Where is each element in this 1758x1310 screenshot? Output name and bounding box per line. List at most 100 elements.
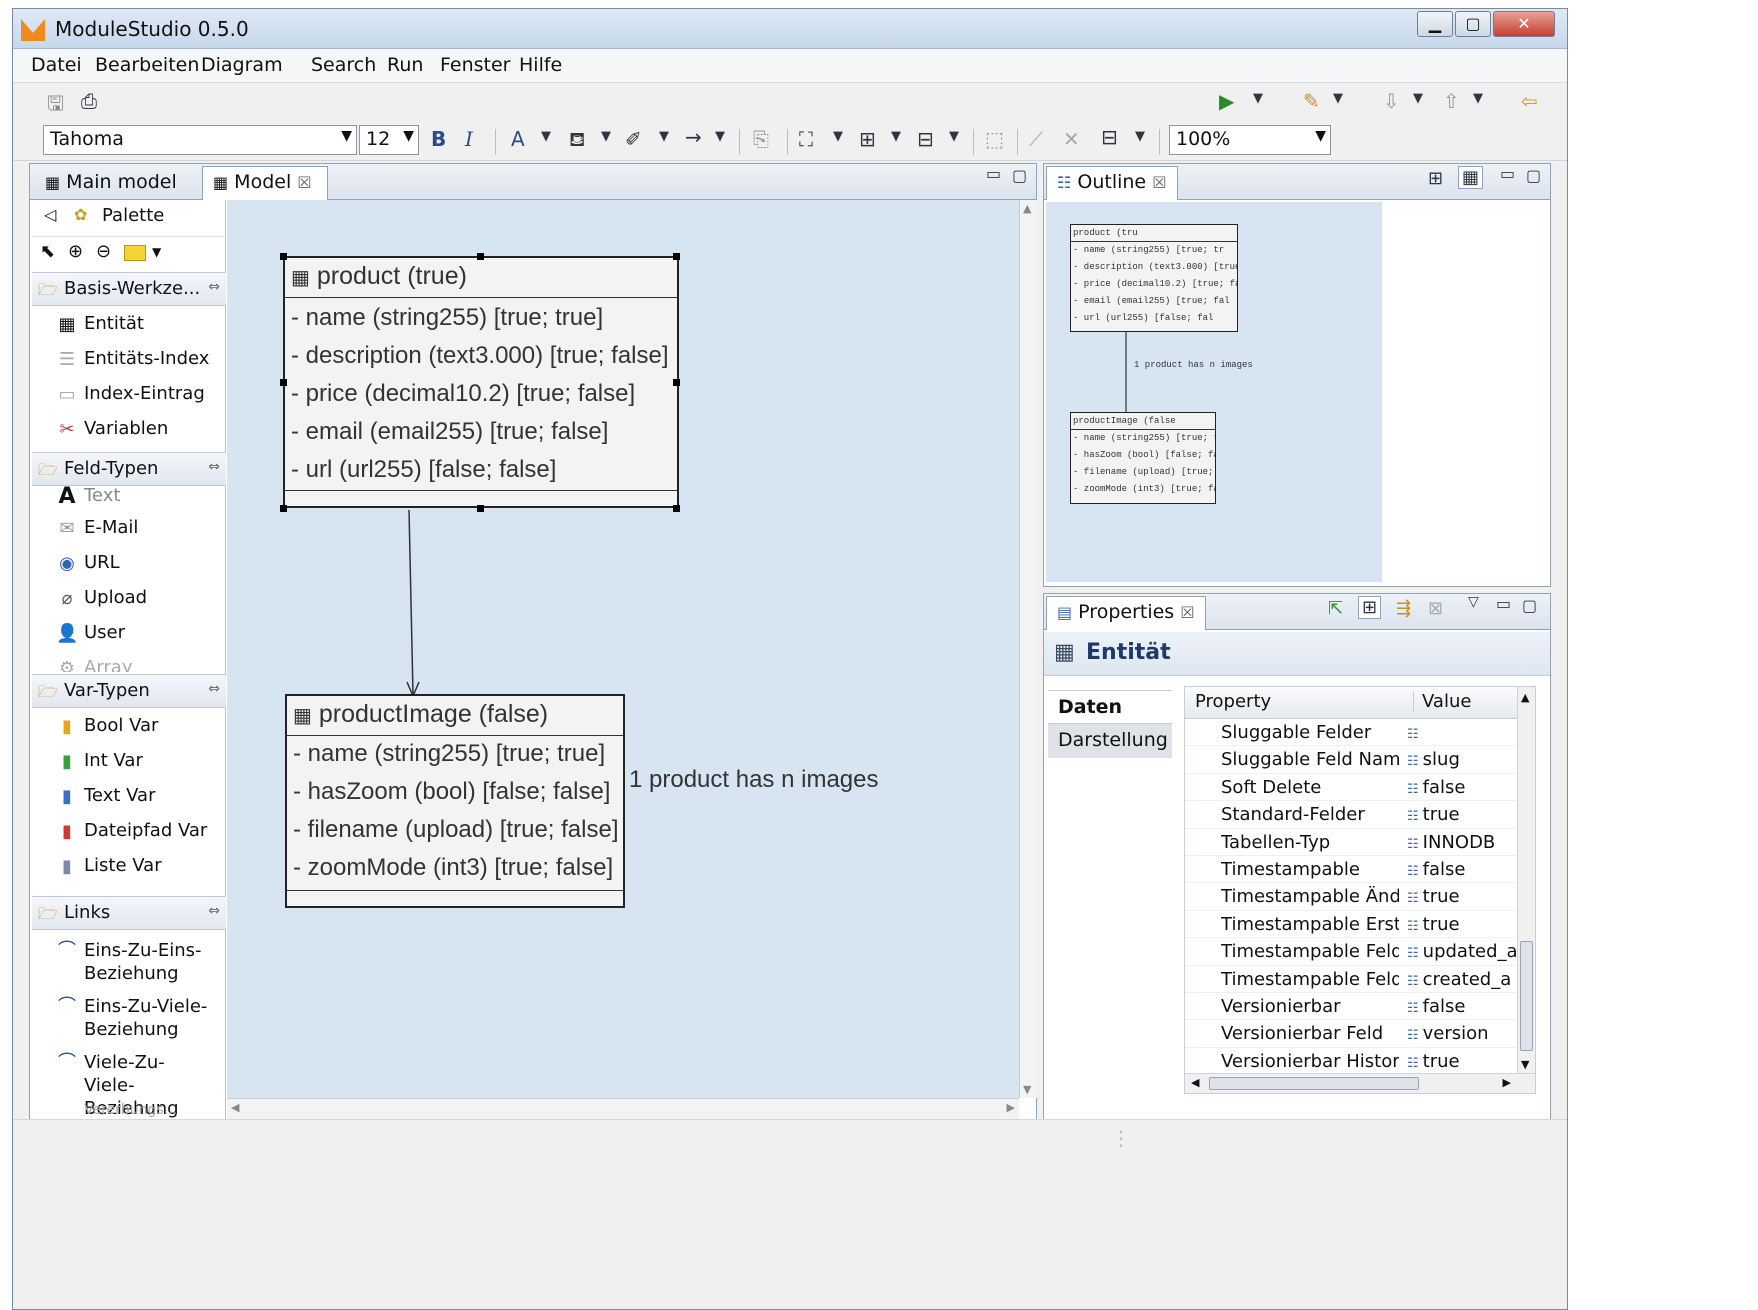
property-value-cell[interactable]: ☷ true <box>1407 804 1527 825</box>
selection-handle[interactable] <box>477 253 484 260</box>
selection-handle[interactable] <box>673 253 680 260</box>
palette-item-int-var[interactable]: ▮ Int Var <box>32 745 226 779</box>
selection-handle[interactable] <box>673 379 680 386</box>
run-icon[interactable]: ▶ <box>1219 89 1234 113</box>
property-row[interactable]: Timestampable Änder ☷true <box>1185 883 1535 911</box>
entity-field[interactable]: - name (string255) [true; true] <box>293 740 605 768</box>
chevron-down-icon[interactable]: ▼ <box>715 129 725 144</box>
property-value-cell[interactable]: ☷ true <box>1407 886 1527 907</box>
minimize-view-icon[interactable]: ▭ <box>1496 594 1511 613</box>
palette-item-array[interactable]: ⚙ Array <box>32 652 226 672</box>
menu-bearbeiten[interactable]: Bearbeiten <box>95 54 199 76</box>
select-all-icon[interactable]: ⛶ <box>799 127 813 151</box>
scroll-left-icon[interactable]: ◀ <box>1191 1076 1199 1089</box>
diagram-canvas[interactable]: ▦ product (true) - name (string255) [tru… <box>227 200 1019 1098</box>
palette-item-url[interactable]: ◉ URL <box>32 547 226 581</box>
selection-handle[interactable] <box>280 505 287 512</box>
drawer-links[interactable]: 🗁 Links ⇔ <box>32 896 226 930</box>
delete-route-icon[interactable]: ✕ <box>1063 127 1080 151</box>
chevron-down-icon[interactable]: ▼ <box>949 129 959 144</box>
tab-darstellung[interactable]: Darstellung <box>1048 724 1172 758</box>
entity-field[interactable]: - name (string255) [true; true] <box>291 304 603 332</box>
prev-dropdown-icon[interactable]: ▼ <box>1473 91 1483 106</box>
property-row[interactable]: Standard-Felder ☷ true <box>1185 801 1535 829</box>
close-button[interactable]: ✕ <box>1493 11 1555 37</box>
menu-run[interactable]: Run <box>387 54 423 76</box>
minimize-button[interactable]: ▁ <box>1417 11 1453 37</box>
selection-handle[interactable] <box>673 505 680 512</box>
tab-daten[interactable]: Daten <box>1048 690 1172 724</box>
selection-handle[interactable] <box>280 379 287 386</box>
pin-icon[interactable]: ⇔ <box>208 279 220 295</box>
next-annotation-icon[interactable]: ⇩ <box>1383 89 1400 113</box>
route-icon[interactable]: ⟋ <box>1029 127 1043 151</box>
minimize-view-icon[interactable]: ▭ <box>986 164 1001 183</box>
collapse-icon[interactable]: ◁ <box>44 205 56 224</box>
pin-icon[interactable]: ⇔ <box>208 681 220 697</box>
maximize-button[interactable]: ▢ <box>1455 11 1491 37</box>
palette-item-user[interactable]: 👤 User <box>32 617 226 651</box>
back-icon[interactable]: ⇦ <box>1521 89 1538 113</box>
close-icon[interactable]: ☒ <box>1180 603 1194 622</box>
pin-view-icon[interactable]: ⇱ <box>1328 598 1343 619</box>
menu-diagram[interactable]: Diagram <box>201 54 283 76</box>
property-row[interactable]: Timestampable Feld Ä ☷updated_a <box>1185 938 1535 966</box>
view-menu-icon[interactable]: ▽ <box>1468 594 1479 610</box>
scroll-down-icon[interactable]: ▼ <box>1521 1058 1529 1071</box>
outline-canvas[interactable]: product (tru - name (string255) [true; t… <box>1046 202 1382 582</box>
column-header-property[interactable]: Property <box>1195 691 1271 712</box>
line-width-icon[interactable]: ⊟ <box>1101 125 1118 149</box>
snap-icon[interactable]: ⬚ <box>985 127 1004 151</box>
selection-handle[interactable] <box>280 253 287 260</box>
palette-item-bool-var[interactable]: ▮ Bool Var <box>32 710 226 744</box>
property-value-cell[interactable]: ☷ false <box>1407 777 1527 798</box>
font-size-select[interactable]: 12 ▼ <box>359 125 419 155</box>
property-value-cell[interactable]: ☷ true <box>1407 914 1527 935</box>
property-row[interactable]: Soft Delete ☷ false <box>1185 774 1535 802</box>
property-value-cell[interactable]: ☷ false <box>1407 859 1527 880</box>
palette-item-entitaet[interactable]: ▦ Entität <box>32 308 226 342</box>
align-icon[interactable]: ⊟ <box>917 127 934 151</box>
property-value-cell[interactable]: ☷ true <box>1407 1051 1527 1072</box>
property-row[interactable]: Versionierbar History ☷ true <box>1185 1048 1535 1076</box>
maximize-view-icon[interactable]: ▢ <box>1522 596 1537 615</box>
property-value-cell[interactable]: ☷ false <box>1407 996 1527 1017</box>
pin-icon[interactable]: ⇔ <box>208 459 220 475</box>
copy-format-icon[interactable]: ⎘ <box>753 127 769 151</box>
restore-default-icon[interactable]: ⊠ <box>1428 598 1443 619</box>
scroll-up-icon[interactable]: ▲ <box>1023 202 1031 215</box>
tab-outline[interactable]: ☷ Outline ☒ <box>1046 166 1178 200</box>
scroll-right-icon[interactable]: ▶ <box>1007 1101 1015 1114</box>
prev-annotation-icon[interactable]: ⇧ <box>1443 89 1460 113</box>
close-icon[interactable]: ☒ <box>1152 173 1166 192</box>
scroll-left-icon[interactable]: ◀ <box>231 1101 239 1114</box>
palette-item-dateipfad-var[interactable]: ▮ Dateipfad Var <box>32 815 226 849</box>
arrange-icon[interactable]: ⊞ <box>859 127 876 151</box>
bold-button[interactable]: B <box>431 127 446 151</box>
entity-field[interactable]: - hasZoom (bool) [false; false] <box>293 778 610 806</box>
palette-item-entitaets-index[interactable]: ☰ Entitäts-Index <box>32 343 226 377</box>
scrollbar-thumb[interactable] <box>1520 941 1533 1051</box>
property-row[interactable]: Timestampable Feld Er ☷created_a <box>1185 966 1535 993</box>
vertical-scrollbar[interactable]: ▲ ▼ <box>1019 200 1037 1098</box>
entity-product[interactable]: ▦ product (true) - name (string255) [tru… <box>283 256 679 508</box>
tab-model[interactable]: ▦ Model ☒ <box>202 166 328 200</box>
palette-item-upload[interactable]: ⌀ Upload <box>32 582 226 616</box>
zoom-in-icon[interactable]: ⊕ <box>68 241 83 262</box>
menu-datei[interactable]: Datei <box>31 54 82 76</box>
property-row[interactable]: Timestampable Erstell ☷true <box>1185 911 1535 939</box>
palette-item-email[interactable]: ✉ E-Mail <box>32 512 226 546</box>
minimize-view-icon[interactable]: ▭ <box>1500 164 1515 183</box>
drawer-basis[interactable]: 🗁 Basis-Werkze... ⇔ <box>32 272 226 306</box>
font-name-select[interactable]: Tahoma ▼ <box>43 125 357 155</box>
property-row[interactable]: Tabellen-Typ ☷ INNODB <box>1185 829 1535 856</box>
palette-item-variablen[interactable]: ✂ Variablen <box>32 413 226 447</box>
chevron-down-icon[interactable]: ▼ <box>833 129 843 144</box>
property-row[interactable]: Sluggable Feld Name ☷ slug <box>1185 746 1535 774</box>
scroll-down-icon[interactable]: ▼ <box>1023 1083 1031 1096</box>
entity-field[interactable]: - zoomMode (int3) [true; false] <box>293 854 613 882</box>
property-row[interactable]: Versionierbar ☷ false <box>1185 993 1535 1021</box>
overview-icon[interactable]: ▦ <box>1458 166 1484 189</box>
chevron-down-icon[interactable]: ▼ <box>601 129 611 144</box>
save-icon[interactable]: 🖫 <box>47 89 64 123</box>
